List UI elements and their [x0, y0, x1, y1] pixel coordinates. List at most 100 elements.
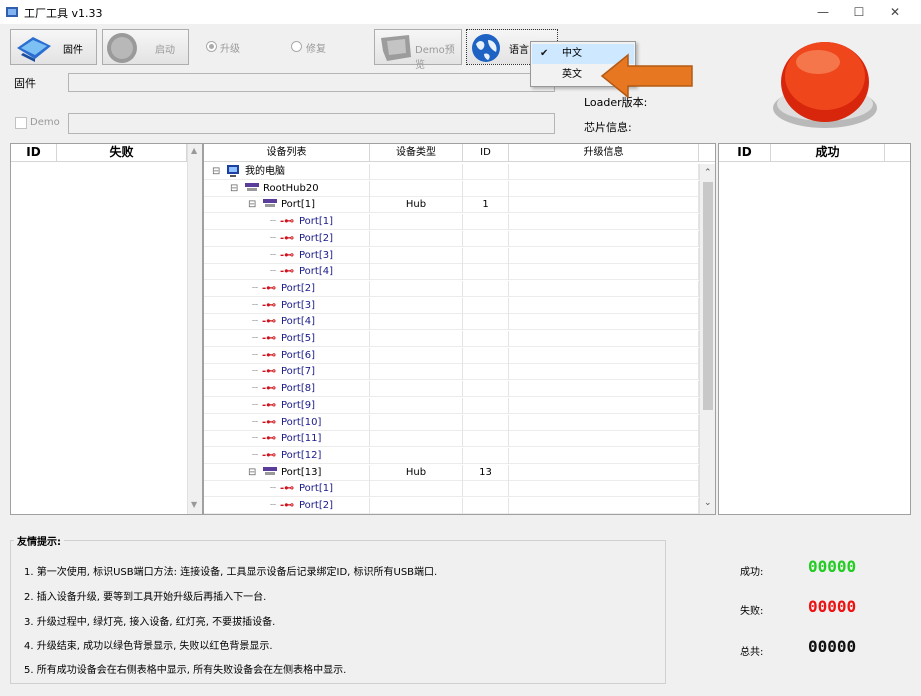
device-cell: ┄ -⊷ Port[7]	[204, 364, 370, 381]
device-id-cell	[463, 481, 509, 498]
fail-table-header-fail[interactable]: 失败	[57, 144, 187, 162]
device-table-scrollbar[interactable]: ⌃ ⌄	[699, 164, 715, 514]
firmware-label: 固件	[14, 77, 36, 90]
expander-icon[interactable]: ⊟	[248, 197, 256, 213]
device-node-label[interactable]: Port[1]	[299, 214, 333, 230]
table-row[interactable]: ┄ -⊷ Port[11]	[204, 431, 699, 448]
table-row[interactable]: ┄ -⊷ Port[12]	[204, 447, 699, 464]
tree-connector: ┄	[252, 399, 259, 411]
fail-table-scrollbar[interactable]: ▲ ▼	[187, 144, 202, 514]
table-row[interactable]: ⊟ Port[13] Hub 13	[204, 464, 699, 481]
device-type-cell	[370, 447, 463, 464]
expander-icon[interactable]: ⊟	[248, 465, 256, 481]
device-node-label[interactable]: Port[7]	[281, 364, 315, 380]
device-upgrade-info-cell	[509, 180, 699, 197]
expander-icon[interactable]: ⊟	[212, 164, 220, 180]
scroll-down-icon[interactable]: ⌄	[704, 498, 712, 508]
firmware-path-field[interactable]	[68, 73, 555, 92]
table-row[interactable]: ┄ -⊷ Port[1]	[204, 481, 699, 498]
scrollbar-thumb[interactable]	[703, 182, 713, 410]
table-row[interactable]: ┄ -⊷ Port[2]	[204, 280, 699, 297]
scroll-up-icon[interactable]: ▲	[191, 146, 197, 155]
device-node-label[interactable]: Port[3]	[281, 298, 315, 314]
app-icon	[5, 5, 19, 19]
table-row[interactable]: ⊟ RootHub20	[204, 180, 699, 197]
table-row[interactable]: ┄ -⊷ Port[9]	[204, 397, 699, 414]
expander-icon[interactable]: ⊟	[230, 181, 238, 197]
table-row[interactable]: ⊟ Port[1] Hub 1	[204, 197, 699, 214]
device-cell: ⊟ 我的电脑	[204, 164, 370, 180]
close-button[interactable]: ✕	[872, 0, 918, 24]
firmware-button[interactable]: 固件	[10, 29, 97, 65]
firmware-button-label: 固件	[63, 45, 83, 56]
success-table[interactable]: ID 成功	[718, 143, 911, 515]
demo-path-field[interactable]	[68, 113, 555, 134]
demo-checkbox-label: Demo	[30, 117, 60, 128]
scroll-down-icon[interactable]: ▼	[191, 500, 197, 509]
tree-connector: ┄	[270, 483, 277, 495]
device-node-label[interactable]: Port[2]	[299, 231, 333, 247]
device-tree[interactable]: ⊟ 我的电脑 ⊟ RootHub20 ⊟ Port[1] Hub 1 ┄ -⊷ Port[1] ┄ -⊷…	[204, 164, 699, 514]
scroll-up-icon[interactable]: ⌃	[704, 168, 712, 178]
device-node-label[interactable]: Port[2]	[299, 498, 333, 514]
device-table-header-upgrade-info[interactable]: 升级信息	[509, 144, 699, 162]
usb-icon: -⊷	[262, 316, 277, 328]
success-table-header-success[interactable]: 成功	[771, 144, 885, 162]
table-row[interactable]: ┄ -⊷ Port[3]	[204, 297, 699, 314]
device-table-header-id[interactable]: ID	[463, 144, 509, 162]
fail-table[interactable]: ID 失败 ▲ ▼	[10, 143, 203, 515]
table-row[interactable]: ┄ -⊷ Port[2]	[204, 498, 699, 514]
device-node-label[interactable]: Port[13]	[281, 465, 321, 481]
device-type-cell	[370, 247, 463, 264]
demo-checkbox[interactable]	[15, 117, 27, 129]
device-type-cell: Hub	[370, 197, 463, 214]
start-button[interactable]: 启动	[102, 29, 189, 65]
device-table-header-list[interactable]: 设备列表	[204, 144, 370, 162]
table-row[interactable]: ┄ -⊷ Port[8]	[204, 381, 699, 398]
usb-icon: -⊷	[262, 449, 277, 461]
device-upgrade-info-cell	[509, 264, 699, 281]
upgrade-radio-label: 升级	[220, 44, 240, 55]
device-node-label[interactable]: Port[1]	[281, 197, 315, 213]
table-row[interactable]: ┄ -⊷ Port[5]	[204, 331, 699, 347]
device-node-label[interactable]: Port[10]	[281, 415, 321, 431]
device-id-cell	[463, 364, 509, 381]
device-upgrade-info-cell	[509, 230, 699, 247]
table-row[interactable]: ┄ -⊷ Port[7]	[204, 364, 699, 381]
table-row[interactable]: ┄ -⊷ Port[4]	[204, 264, 699, 281]
device-node-label[interactable]: Port[4]	[281, 314, 315, 330]
device-node-label[interactable]: Port[5]	[281, 331, 315, 347]
device-table-header-type[interactable]: 设备类型	[370, 144, 463, 162]
demo-button[interactable]: Demo预览	[374, 29, 462, 71]
device-upgrade-info-cell	[509, 297, 699, 314]
device-node-label[interactable]: Port[12]	[281, 448, 321, 464]
device-upgrade-info-cell	[509, 347, 699, 364]
table-row[interactable]: ┄ -⊷ Port[2]	[204, 230, 699, 247]
usb-icon: -⊷	[262, 416, 277, 428]
tree-connector: ┄	[270, 232, 277, 244]
table-row[interactable]: ┄ -⊷ Port[10]	[204, 414, 699, 431]
device-node-label[interactable]: Port[8]	[281, 381, 315, 397]
table-row[interactable]: ┄ -⊷ Port[6]	[204, 347, 699, 364]
device-node-label[interactable]: Port[2]	[281, 281, 315, 297]
device-node-label[interactable]: Port[11]	[281, 431, 321, 447]
upgrade-radio[interactable]	[206, 41, 217, 52]
fail-table-header-id[interactable]: ID	[11, 144, 57, 162]
repair-radio[interactable]	[291, 41, 302, 52]
chip-info-label: 芯片信息:	[584, 121, 632, 134]
table-row[interactable]: ┄ -⊷ Port[4]	[204, 314, 699, 331]
device-table[interactable]: 设备列表 设备类型 ID 升级信息 ⊟ 我的电脑 ⊟ RootHub20 ⊟ Port[1…	[203, 143, 716, 515]
device-node-label[interactable]: RootHub20	[263, 181, 319, 197]
device-node-label[interactable]: Port[4]	[299, 264, 333, 280]
device-node-label[interactable]: Port[3]	[299, 248, 333, 264]
tip-line-3: 3. 升级过程中, 绿灯亮, 接入设备, 红灯亮, 不要拔插设备.	[24, 617, 276, 628]
device-node-label[interactable]: 我的电脑	[245, 164, 285, 180]
success-table-header-id[interactable]: ID	[719, 144, 771, 162]
table-row[interactable]: ┄ -⊷ Port[3]	[204, 247, 699, 264]
device-node-label[interactable]: Port[9]	[281, 398, 315, 414]
table-row[interactable]: ⊟ 我的电脑	[204, 164, 699, 180]
device-node-label[interactable]: Port[1]	[299, 481, 333, 497]
success-table-corner	[885, 144, 910, 162]
table-row[interactable]: ┄ -⊷ Port[1]	[204, 214, 699, 231]
device-node-label[interactable]: Port[6]	[281, 348, 315, 364]
